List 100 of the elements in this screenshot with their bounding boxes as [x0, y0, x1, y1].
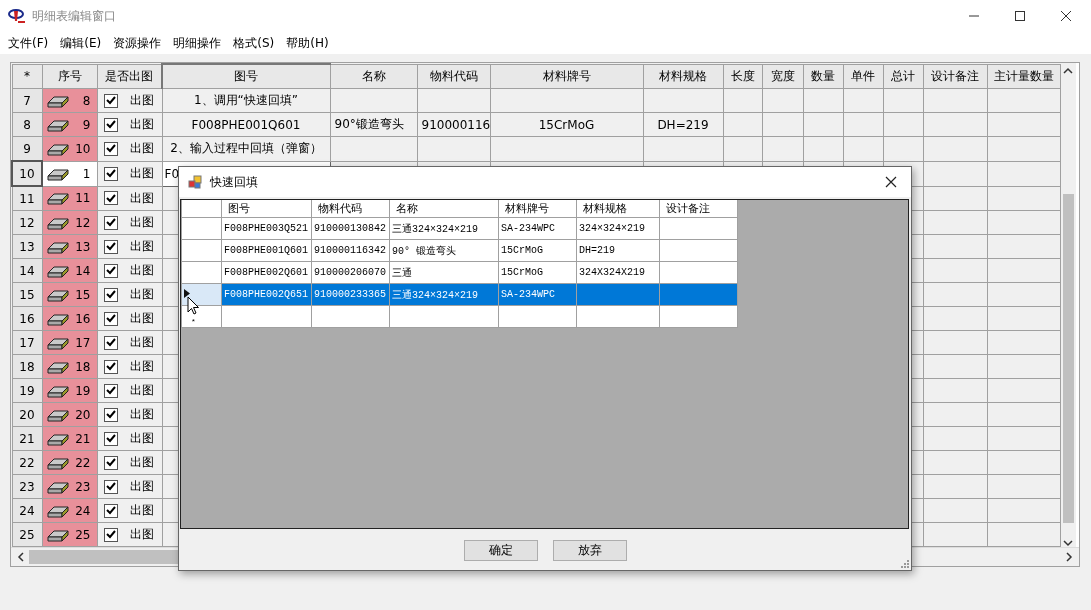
row-header[interactable]: 23 — [12, 474, 42, 499]
row-header[interactable]: 12 — [12, 210, 42, 235]
column-header[interactable]: 图号 — [162, 64, 330, 89]
column-header[interactable]: 是否出图 — [97, 64, 162, 89]
scroll-down-icon[interactable] — [1063, 539, 1073, 547]
checkbox-label: 出图 — [129, 214, 154, 231]
checkbox-label: 出图 — [129, 454, 154, 471]
row-header[interactable]: 18 — [12, 354, 42, 379]
column-header[interactable]: 物料代码 — [417, 64, 490, 89]
checkbox-label: 出图 — [129, 478, 154, 495]
checkbox[interactable] — [103, 239, 118, 254]
table-cell: 1、调用“快速回填” — [193, 93, 299, 107]
row-header[interactable]: 19 — [12, 378, 42, 403]
row-header[interactable]: 8 — [12, 112, 42, 137]
dialog-button[interactable]: 确定 — [464, 540, 538, 561]
row-header[interactable]: 22 — [12, 450, 42, 475]
menu-item[interactable]: 文件(F) — [8, 34, 49, 52]
dialog-button[interactable]: 放弃 — [553, 540, 627, 561]
column-header[interactable]: 宽度 — [762, 64, 803, 89]
column-header[interactable]: 名称 — [389, 200, 499, 218]
checkbox[interactable] — [103, 141, 118, 156]
resize-grip-icon[interactable] — [900, 559, 909, 568]
block-icon — [46, 359, 69, 374]
row-header[interactable]: 15 — [12, 282, 42, 307]
column-header[interactable]: 材料牌号 — [498, 200, 577, 218]
menu-item[interactable]: 编辑(E) — [60, 34, 102, 52]
checkbox[interactable] — [103, 383, 118, 398]
checkbox-label: 出图 — [129, 262, 154, 279]
menu-item[interactable]: 格式(S) — [233, 34, 275, 52]
table-cell: 90°锻造弯头 — [334, 117, 404, 131]
block-icon — [46, 431, 69, 446]
checkbox[interactable] — [103, 335, 118, 350]
close-icon[interactable] — [1060, 10, 1072, 22]
block-icon — [46, 455, 69, 470]
table-cell[interactable]: 三通 — [392, 267, 412, 279]
column-header[interactable]: 主计量数量 — [987, 64, 1060, 89]
checkbox[interactable] — [103, 359, 118, 374]
checkbox[interactable] — [103, 455, 118, 470]
checkbox-label: 出图 — [129, 526, 154, 543]
menu-item[interactable]: 资源操作 — [113, 34, 162, 52]
table-cell: 15CrMoG — [538, 117, 595, 132]
maximize-icon[interactable] — [1014, 10, 1026, 22]
row-header[interactable]: 13 — [12, 234, 42, 259]
checkbox-label: 出图 — [129, 140, 154, 158]
app-window-icon — [188, 175, 202, 189]
close-icon[interactable] — [885, 176, 897, 188]
checkbox-label: 出图 — [129, 430, 154, 447]
checkbox-label: 出图 — [129, 310, 154, 327]
column-header: * — [12, 64, 42, 89]
checkbox-label: 出图 — [129, 382, 154, 399]
block-icon — [46, 479, 69, 494]
column-header[interactable]: 材料牌号 — [490, 64, 643, 89]
scroll-left-icon[interactable] — [17, 552, 25, 562]
sequence-number: 23 — [75, 479, 91, 494]
column-header[interactable]: 单件 — [843, 64, 883, 89]
column-header[interactable]: 材料规格 — [576, 200, 660, 218]
column-header[interactable]: 材料规格 — [643, 64, 723, 89]
row-header[interactable]: 20 — [12, 402, 42, 427]
checkbox[interactable] — [103, 527, 118, 542]
menu-item[interactable]: 明细操作 — [173, 34, 222, 52]
scroll-right-icon[interactable] — [1065, 552, 1073, 562]
checkbox[interactable] — [103, 407, 118, 422]
checkbox[interactable] — [103, 93, 118, 108]
checkbox-label: 出图 — [129, 334, 154, 351]
row-header[interactable]: 11 — [12, 186, 42, 211]
menu-item[interactable]: 帮助(H) — [286, 34, 329, 52]
column-header[interactable]: 设计备注 — [659, 200, 738, 218]
column-header[interactable]: 长度 — [723, 64, 762, 89]
column-header[interactable]: 名称 — [330, 64, 417, 89]
column-header[interactable]: 物料代码 — [311, 200, 390, 218]
checkbox[interactable] — [103, 263, 118, 278]
row-header[interactable]: 21 — [12, 426, 42, 451]
app-logo-icon — [8, 8, 26, 24]
checkbox[interactable] — [103, 287, 118, 302]
checkbox[interactable] — [103, 117, 118, 132]
column-header[interactable]: 设计备注 — [923, 64, 987, 89]
row-header[interactable]: 17 — [12, 330, 42, 355]
column-header[interactable]: 图号 — [221, 200, 312, 218]
row-header[interactable]: 24 — [12, 498, 42, 523]
row-header[interactable]: 10 — [12, 161, 42, 186]
row-header[interactable]: 16 — [12, 306, 42, 331]
column-header[interactable]: 数量 — [803, 64, 843, 89]
scrollbar-thumb[interactable] — [1062, 194, 1074, 523]
scroll-up-icon[interactable] — [1063, 67, 1073, 75]
row-header[interactable]: 25 — [12, 522, 42, 547]
checkbox[interactable] — [103, 191, 118, 206]
sequence-number: 14 — [75, 263, 91, 278]
checkbox[interactable] — [103, 479, 118, 494]
checkbox[interactable] — [103, 503, 118, 518]
column-header[interactable]: 序号 — [42, 64, 97, 89]
block-icon — [46, 93, 69, 108]
row-header[interactable]: 14 — [12, 258, 42, 283]
row-header[interactable]: 7 — [12, 88, 42, 113]
block-icon — [46, 407, 69, 422]
checkbox-label: 出图 — [129, 165, 154, 182]
column-header[interactable]: 总计 — [883, 64, 923, 89]
checkbox[interactable] — [103, 166, 118, 181]
checkbox[interactable] — [103, 311, 118, 326]
checkbox[interactable] — [103, 215, 118, 230]
checkbox[interactable] — [103, 431, 118, 446]
